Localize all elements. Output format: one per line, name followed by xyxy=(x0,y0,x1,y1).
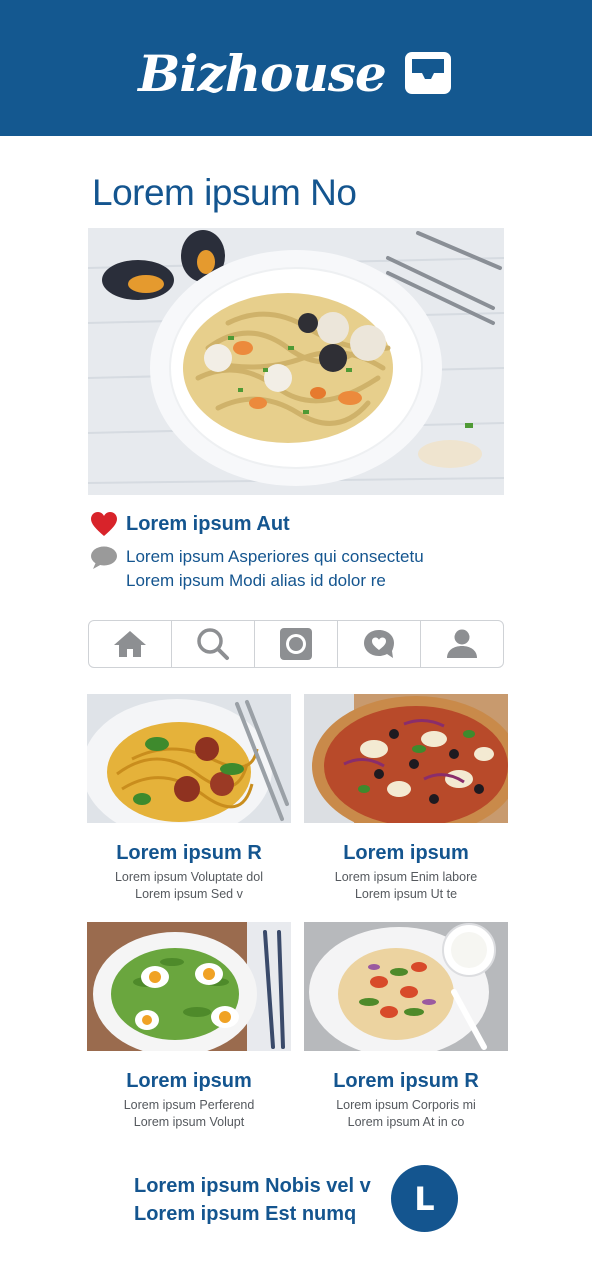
recipe-description: Lorem ipsum Sed v xyxy=(135,887,243,901)
footer-line: Lorem ipsum Est numq xyxy=(134,1203,357,1225)
recipe-description: Lorem ipsum Corporis mi xyxy=(336,1098,476,1112)
app-header: Bizhouse xyxy=(0,0,592,136)
recipe-description: Lorem ipsum Enim labore xyxy=(334,870,478,884)
footer-line: Lorem ipsum Nobis vel v xyxy=(134,1175,371,1197)
camera-icon xyxy=(280,628,312,660)
recipe-card[interactable]: Lorem ipsum R Lorem ipsum Voluptate dol … xyxy=(87,694,291,903)
recipe-title[interactable]: Lorem ipsum xyxy=(87,1069,291,1093)
home-icon xyxy=(114,631,146,657)
recipe-image[interactable] xyxy=(304,694,508,823)
tab-profile[interactable] xyxy=(421,621,503,667)
post-comment-row: Lorem ipsum Asperiores qui consectetu Lo… xyxy=(90,545,424,593)
heart-icon[interactable] xyxy=(90,511,118,537)
brand-name: Bizhouse xyxy=(138,43,387,103)
recipe-image[interactable] xyxy=(87,694,291,823)
recipe-description: Lorem ipsum Ut te xyxy=(354,887,458,901)
post-title: Lorem ipsum No xyxy=(92,172,357,213)
inbox-icon xyxy=(404,52,451,94)
tab-camera[interactable] xyxy=(255,621,338,667)
recipe-card[interactable]: Lorem ipsum Lorem ipsum Perferend Lorem … xyxy=(87,922,291,1131)
heart-bubble-icon xyxy=(364,630,394,658)
recipe-description: Lorem ipsum Perferend xyxy=(123,1098,255,1112)
comment-bubble-icon[interactable] xyxy=(90,546,118,570)
brand-logo[interactable]: Bizhouse xyxy=(138,44,454,103)
recipe-card[interactable]: Lorem ipsum Lorem ipsum Enim labore Lore… xyxy=(304,694,508,903)
post-image[interactable] xyxy=(88,228,504,495)
recipe-image[interactable] xyxy=(87,922,291,1051)
post-author[interactable]: Lorem ipsum Aut xyxy=(126,511,290,537)
post-author-row: Lorem ipsum Aut xyxy=(90,511,290,537)
recipe-card[interactable]: Lorem ipsum R Lorem ipsum Corporis mi Lo… xyxy=(304,922,508,1131)
recipe-description: Lorem ipsum Volupt xyxy=(133,1115,245,1129)
footer-text: Lorem ipsum Nobis vel v Lorem ipsum Est … xyxy=(134,1172,371,1228)
tab-bar xyxy=(88,620,504,668)
post-comment-line: Lorem ipsum Asperiores qui consectetu xyxy=(126,547,424,566)
user-icon xyxy=(447,629,477,658)
recipe-title[interactable]: Lorem ipsum R xyxy=(87,841,291,865)
tab-home[interactable] xyxy=(89,621,172,667)
recipe-title[interactable]: Lorem ipsum R xyxy=(304,1069,508,1093)
avatar[interactable]: L xyxy=(391,1165,458,1232)
recipe-title[interactable]: Lorem ipsum xyxy=(304,841,508,865)
search-icon xyxy=(197,628,229,660)
tab-search[interactable] xyxy=(172,621,255,667)
recipe-description: Lorem ipsum Voluptate dol xyxy=(114,870,263,884)
recipe-image[interactable] xyxy=(304,922,508,1051)
post-comment-line: Lorem ipsum Modi alias id dolor re xyxy=(126,571,386,590)
recipe-description: Lorem ipsum At in co xyxy=(347,1115,465,1129)
tab-favorites[interactable] xyxy=(338,621,421,667)
